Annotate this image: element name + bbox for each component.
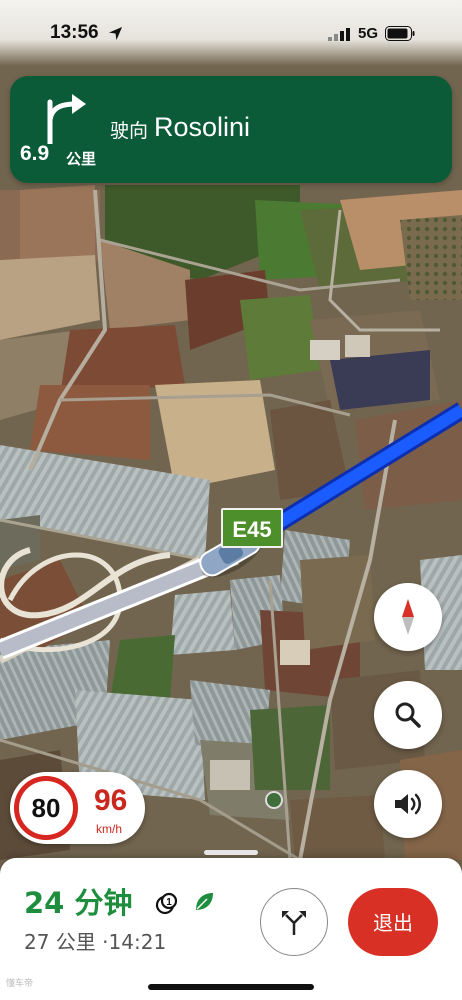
toll-icon: 1	[155, 892, 178, 915]
signal-icon	[328, 28, 350, 41]
road-shield: E45	[221, 508, 283, 548]
arrival-time: 14:21	[108, 930, 167, 954]
trip-distance: 27 公里	[24, 930, 96, 954]
alternate-routes-button[interactable]	[260, 888, 328, 956]
distance-unit: 公里	[66, 151, 97, 168]
speaker-icon	[395, 793, 421, 815]
network-label: 5G	[358, 25, 379, 42]
exit-navigation-button[interactable]: 退出	[348, 888, 438, 956]
svg-text:1: 1	[166, 897, 172, 908]
search-button[interactable]	[374, 681, 442, 749]
drag-handle[interactable]	[204, 850, 258, 855]
home-indicator[interactable]	[148, 984, 314, 990]
location-arrow-icon	[108, 26, 123, 41]
destination-name: Rosolini	[154, 112, 251, 142]
compass-button[interactable]	[374, 583, 442, 651]
distance-value: 6.9	[20, 142, 50, 165]
watermark: 懂车帝	[6, 979, 34, 989]
sound-button[interactable]	[374, 770, 442, 838]
instruction-prefix: 驶向	[110, 120, 149, 142]
speed-limit-sign: 80	[14, 776, 78, 840]
compass-icon	[402, 599, 414, 635]
route-split-icon	[282, 911, 306, 935]
trip-duration: 24 分钟	[24, 886, 133, 920]
search-icon	[395, 702, 421, 728]
status-bar: 13:56 5G	[0, 0, 462, 66]
turn-instruction-banner[interactable]: 6.9 公里 驶向 Rosolini	[10, 76, 452, 183]
battery-icon	[385, 26, 415, 41]
eco-leaf-icon	[196, 893, 213, 910]
trip-summary-sheet[interactable]: 24 分钟 1 27 公里 ·14:21 退出	[0, 850, 462, 1000]
trip-details: 27 公里 ·14:21	[24, 926, 166, 955]
turn-slight-right-icon	[47, 94, 86, 144]
speed-unit: km/h	[96, 822, 123, 836]
current-speed: 96	[94, 784, 128, 817]
speed-panel: 80 96 km/h	[10, 772, 145, 844]
status-time: 13:56	[50, 22, 99, 43]
